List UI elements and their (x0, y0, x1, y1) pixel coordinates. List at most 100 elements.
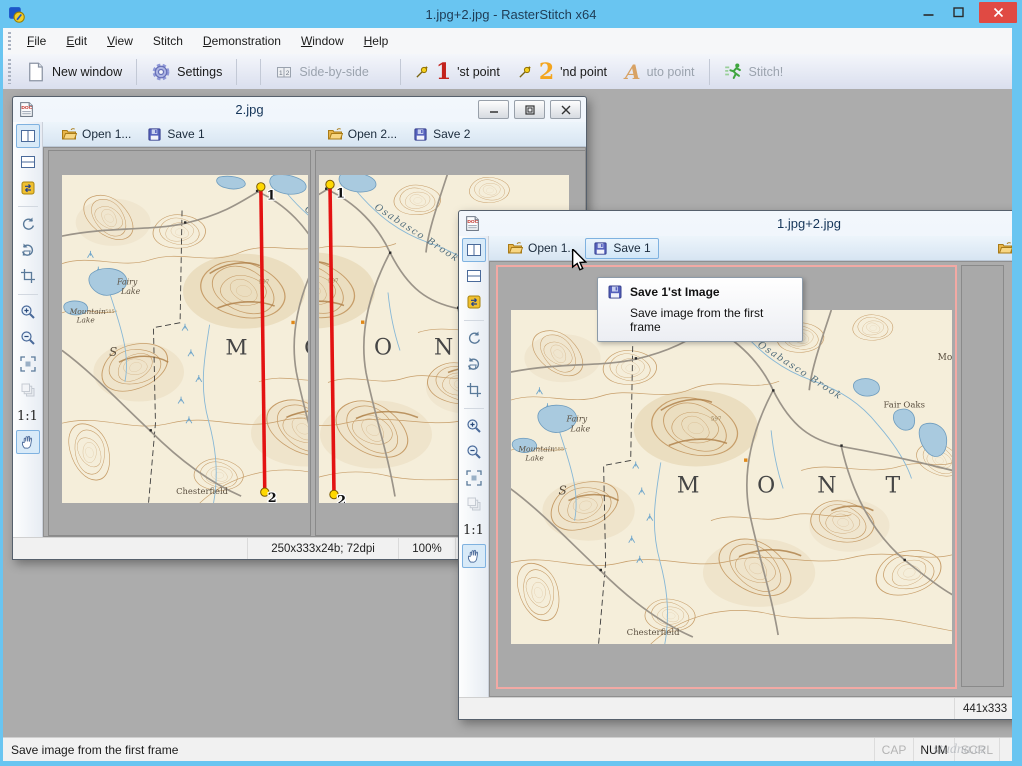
toolbar-grip[interactable] (8, 59, 11, 84)
tooltip-description: Save image from the first frame (630, 306, 793, 334)
child-window-title: 1.jpg+2.jpg (459, 216, 1012, 231)
maximize-button[interactable] (943, 0, 973, 24)
top-bottom-icon (466, 268, 482, 284)
open-folder-icon (507, 240, 523, 256)
stitched-map-canvas[interactable] (511, 310, 952, 644)
save-1-button-hovered[interactable]: Save 1 (585, 238, 658, 259)
tool-top-bottom[interactable] (16, 150, 40, 174)
open-folder-icon (61, 126, 77, 142)
toolbar-separator (260, 59, 261, 85)
zoom-level-cell: 100% (398, 538, 455, 559)
hand-pan-icon (466, 548, 482, 564)
menu-stitch[interactable]: Stitch (143, 30, 193, 52)
tool-fit-window[interactable] (16, 352, 40, 376)
layers-icon (20, 382, 36, 398)
tool-actual-size[interactable]: 1:1 (16, 404, 40, 428)
tool-rotate-left[interactable] (16, 212, 40, 236)
side-by-side-icon (20, 128, 36, 144)
settings-button[interactable]: Settings (142, 59, 231, 85)
svg-text:2: 2 (286, 70, 290, 77)
tool-fit-window[interactable] (462, 466, 486, 490)
crop-icon (466, 382, 482, 398)
tool-layers[interactable] (16, 378, 40, 402)
close-icon (561, 105, 571, 115)
child-close-button[interactable] (550, 100, 581, 119)
save-1-button[interactable]: Save 1 (139, 124, 212, 145)
child-minimize-button[interactable] (478, 100, 509, 119)
side-by-side-button[interactable]: 12 Side-by-side (266, 61, 377, 83)
tool-rotate-right[interactable] (16, 238, 40, 262)
toolbar-separator (709, 59, 710, 85)
open-folder-icon (997, 240, 1012, 256)
stitch-button[interactable]: Stitch! (715, 59, 793, 84)
tool-hand-pan[interactable] (462, 544, 486, 568)
win1-tool-strip: 1:1 (13, 122, 43, 537)
menu-edit[interactable]: Edit (56, 30, 97, 52)
first-point-button[interactable]: 1 'st point (406, 59, 509, 85)
menu-file[interactable]: File (17, 30, 56, 52)
image-1-map-canvas[interactable] (62, 175, 308, 503)
menu-window[interactable]: Window (291, 30, 354, 52)
pin-icon (518, 64, 533, 79)
tool-group-separator (18, 289, 38, 295)
actual-size-label: 1:1 (463, 523, 484, 538)
tool-hand-pan[interactable] (16, 430, 40, 454)
caps-lock-indicator: CAP (874, 738, 913, 762)
child-window-title: 2.jpg (13, 102, 486, 117)
tool-zoom-in[interactable] (16, 300, 40, 324)
menu-help[interactable]: Help (354, 30, 399, 52)
menubar-grip[interactable] (8, 32, 11, 50)
toolbar-separator (136, 59, 137, 85)
child-window-stitched-titlebar[interactable]: 1.jpg+2.jpg (459, 211, 1012, 236)
open-folder-icon (327, 126, 343, 142)
menu-demonstration[interactable]: Demonstration (193, 30, 291, 52)
menu-view[interactable]: View (97, 30, 143, 52)
save-floppy-icon (147, 127, 162, 142)
child-restore-button[interactable] (514, 100, 545, 119)
resize-grip[interactable] (999, 738, 1012, 762)
tool-crop[interactable] (16, 264, 40, 288)
close-button[interactable] (979, 2, 1017, 23)
open-1-button[interactable]: Open 1... (53, 123, 139, 145)
tooltip-title: Save 1'st Image (630, 285, 720, 299)
svg-text:1: 1 (279, 70, 283, 77)
save-floppy-icon (413, 127, 428, 142)
child-window-2jpg-titlebar[interactable]: 2.jpg (13, 97, 586, 122)
rotate-right-icon (466, 356, 482, 372)
new-window-button[interactable]: New window (17, 59, 131, 85)
tool-top-bottom[interactable] (462, 264, 486, 288)
tool-layers[interactable] (462, 492, 486, 516)
save-2-button[interactable]: Save 2 (405, 124, 478, 145)
rotate-left-icon (466, 330, 482, 346)
second-point-button[interactable]: 2 'nd point (509, 59, 616, 85)
auto-point-button[interactable]: A uto point (616, 59, 704, 85)
actual-size-label: 1:1 (17, 409, 38, 424)
open-2-button[interactable]: Open 2... (319, 123, 405, 145)
win1-left-image-pane[interactable] (48, 150, 311, 536)
win2-secondary-pane[interactable] (961, 265, 1004, 687)
fit-window-icon (466, 470, 482, 486)
crop-icon (20, 268, 36, 284)
window-border-bottom (0, 761, 1022, 766)
tool-actual-size[interactable]: 1:1 (462, 518, 486, 542)
save-floppy-icon (593, 241, 608, 256)
tool-side-by-side[interactable] (462, 238, 486, 262)
window-title: 1.jpg+2.jpg - RasterStitch x64 (0, 7, 1022, 22)
win2-tool-strip: 1:1 (459, 236, 489, 697)
tool-group-separator (464, 315, 484, 321)
tool-zoom-out[interactable] (16, 326, 40, 350)
tool-swap-images[interactable] (16, 176, 40, 200)
tool-zoom-in[interactable] (462, 414, 486, 438)
tool-rotate-right[interactable] (462, 352, 486, 376)
tool-zoom-out[interactable] (462, 440, 486, 464)
open-2-button[interactable]: Open 2... (989, 237, 1012, 259)
tool-crop[interactable] (462, 378, 486, 402)
save-1-tooltip: Save 1'st Image Save image from the firs… (597, 277, 803, 342)
tool-rotate-left[interactable] (462, 326, 486, 350)
tool-swap-images[interactable] (462, 290, 486, 314)
menu-bar: File Edit View Stitch Demonstration Wind… (3, 28, 1012, 55)
minimize-icon (489, 105, 499, 114)
minimize-button[interactable] (913, 0, 943, 24)
tool-side-by-side[interactable] (16, 124, 40, 148)
side-by-side-toolbar-icon: 12 (275, 64, 293, 80)
